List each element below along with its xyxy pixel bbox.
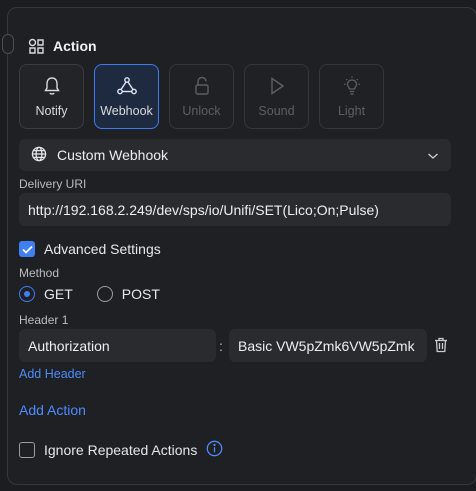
bell-icon [43, 76, 61, 96]
tile-unlock[interactable]: Unlock [169, 64, 234, 129]
tile-label: Unlock [182, 103, 221, 118]
tile-webhook[interactable]: Webhook [94, 64, 159, 129]
tile-label: Light [337, 103, 366, 118]
tile-label: Webhook [100, 103, 153, 118]
webhook-icon [116, 76, 138, 96]
tile-notify[interactable]: Notify [19, 64, 84, 129]
action-grid-icon [28, 38, 45, 55]
action-type-tiles: Notify Webhook Unlock Sound Light [19, 64, 384, 129]
unlock-icon [193, 76, 211, 96]
webhook-type-select[interactable]: Custom Webhook [19, 139, 451, 171]
tile-light[interactable]: Light [319, 64, 384, 129]
method-radio-group: GET POST [19, 286, 160, 302]
lightbulb-icon [341, 76, 363, 96]
method-get-radio[interactable] [19, 286, 35, 302]
ignore-repeated-toggle[interactable]: Ignore Repeated Actions [19, 440, 223, 460]
play-icon [268, 76, 286, 96]
globe-icon [31, 146, 47, 165]
add-header-link[interactable]: Add Header [19, 367, 86, 381]
tile-sound[interactable]: Sound [244, 64, 309, 129]
webhook-type-value: Custom Webhook [57, 147, 169, 163]
method-get-label[interactable]: GET [44, 286, 73, 302]
delivery-url-label: Delivery URI [19, 177, 87, 191]
header-separator: : [219, 338, 223, 354]
trash-icon[interactable] [434, 337, 448, 358]
advanced-settings-checkbox[interactable] [19, 241, 35, 257]
ignore-repeated-checkbox[interactable] [19, 442, 35, 458]
section-title: Action [53, 38, 97, 54]
collapse-handle[interactable] [2, 34, 14, 54]
chevron-down-icon [427, 147, 439, 163]
method-post-radio[interactable] [96, 286, 113, 302]
header-value-input[interactable]: Basic VW5pZmk6VW5pZmk [229, 329, 427, 362]
method-post-label[interactable]: POST [122, 286, 160, 302]
add-action-link[interactable]: Add Action [19, 402, 86, 418]
ignore-repeated-label: Ignore Repeated Actions [44, 442, 198, 458]
header-key-input[interactable]: Authorization [19, 329, 216, 362]
tile-label: Notify [35, 103, 68, 118]
tile-label: Sound [258, 103, 295, 118]
advanced-settings-label: Advanced Settings [44, 241, 161, 257]
delivery-url-input[interactable]: http://192.168.2.249/dev/sps/io/Unifi/SE… [19, 193, 451, 226]
section-header: Action [28, 36, 97, 56]
advanced-settings-toggle[interactable]: Advanced Settings [19, 241, 161, 257]
info-icon[interactable] [206, 440, 223, 460]
header-1-label: Header 1 [19, 313, 69, 327]
method-label: Method [19, 266, 60, 280]
